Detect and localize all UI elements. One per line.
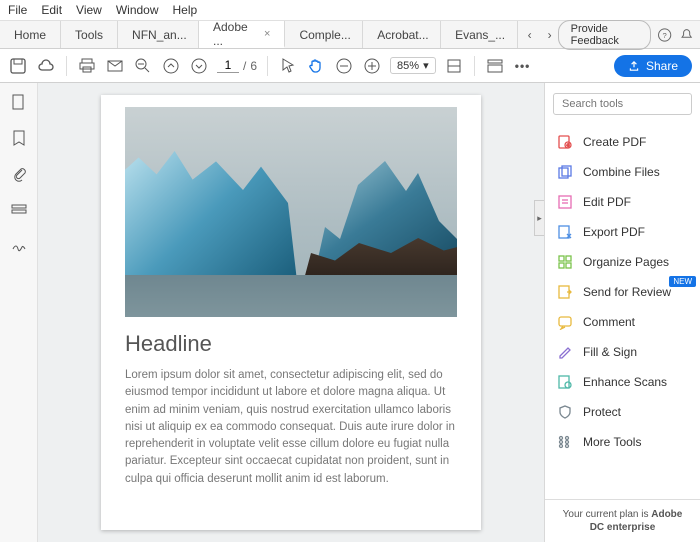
left-rail <box>0 83 38 542</box>
tool-label: Combine Files <box>583 165 660 179</box>
tool-icon <box>557 224 573 240</box>
tool-label: Organize Pages <box>583 255 669 269</box>
plan-info: Your current plan is Adobe DC enterprise <box>545 499 700 542</box>
layout-icon[interactable] <box>485 56 505 76</box>
document-tab-0[interactable]: NFN_an... <box>118 21 199 48</box>
cloud-icon[interactable] <box>36 56 56 76</box>
tool-edit-pdf[interactable]: Edit PDF <box>545 187 700 217</box>
tool-icon <box>557 164 573 180</box>
document-headline: Headline <box>125 331 457 357</box>
attachment-icon[interactable] <box>10 165 28 183</box>
bookmark-icon[interactable] <box>10 129 28 147</box>
tool-protect[interactable]: Protect <box>545 397 700 427</box>
print-icon[interactable] <box>77 56 97 76</box>
tool-icon <box>557 434 573 450</box>
tool-export-pdf[interactable]: Export PDF <box>545 217 700 247</box>
document-image <box>125 107 457 317</box>
tool-more-tools[interactable]: More Tools <box>545 427 700 457</box>
menu-view[interactable]: View <box>76 3 102 17</box>
tool-label: Fill & Sign <box>583 345 637 359</box>
tool-organize-pages[interactable]: Organize Pages <box>545 247 700 277</box>
document-tab-4[interactable]: Evans_... <box>441 21 518 48</box>
mail-icon[interactable] <box>105 56 125 76</box>
zoom-dropdown[interactable]: 85%▾ <box>390 57 436 74</box>
tool-icon <box>557 344 573 360</box>
page-indicator: / 6 <box>217 58 257 73</box>
tool-icon <box>557 374 573 390</box>
tool-icon: + <box>557 134 573 150</box>
page-current-input[interactable] <box>217 58 239 73</box>
document-tab-1[interactable]: Adobe ...× <box>199 21 285 48</box>
toolbar: / 6 85%▾ ••• Share <box>0 49 700 83</box>
tools-pane: + Create PDF Combine Files Edit PDF Export P… <box>544 83 700 542</box>
tab-bar: Home Tools NFN_an...Adobe ...×Comple...A… <box>0 21 700 49</box>
share-button[interactable]: Share <box>614 55 692 77</box>
menu-file[interactable]: File <box>8 3 27 17</box>
tool-label: Enhance Scans <box>583 375 667 389</box>
tool-create-pdf[interactable]: + Create PDF <box>545 127 700 157</box>
provide-feedback-button[interactable]: Provide Feedback <box>558 20 652 50</box>
upload-icon <box>628 60 640 72</box>
new-badge: NEW <box>669 276 696 287</box>
tool-icon <box>557 404 573 420</box>
tool-combine-files[interactable]: Combine Files <box>545 157 700 187</box>
hand-icon[interactable] <box>306 56 326 76</box>
layers-icon[interactable] <box>10 201 28 219</box>
svg-text:?: ? <box>663 31 667 40</box>
tab-tools[interactable]: Tools <box>61 21 118 48</box>
page-sep: / <box>243 59 246 73</box>
tool-label: Send for Review <box>583 285 671 299</box>
tool-icon <box>557 194 573 210</box>
tool-label: Comment <box>583 315 635 329</box>
pointer-icon[interactable] <box>278 56 298 76</box>
search-tools-input[interactable] <box>553 93 692 115</box>
tool-label: Export PDF <box>583 225 645 239</box>
thumbnails-icon[interactable] <box>10 93 28 111</box>
menu-edit[interactable]: Edit <box>41 3 62 17</box>
more-icon[interactable]: ••• <box>513 56 533 76</box>
menu-bar: File Edit View Window Help <box>0 0 700 21</box>
signatures-icon[interactable] <box>10 237 28 255</box>
tool-fill-sign[interactable]: Fill & Sign <box>545 337 700 367</box>
page-down-icon[interactable] <box>189 56 209 76</box>
zoom-plus-icon[interactable] <box>362 56 382 76</box>
zoom-out-icon[interactable] <box>133 56 153 76</box>
page-total: 6 <box>250 59 257 73</box>
tab-home[interactable]: Home <box>0 21 61 48</box>
collapse-right-pane[interactable]: ▸ <box>534 200 544 236</box>
svg-text:+: + <box>567 143 570 149</box>
tool-enhance-scans[interactable]: Enhance Scans <box>545 367 700 397</box>
close-tab-icon[interactable]: × <box>264 28 270 40</box>
menu-help[interactable]: Help <box>173 3 198 17</box>
document-canvas[interactable]: Headline Lorem ipsum dolor sit amet, con… <box>38 83 544 542</box>
tool-label: Protect <box>583 405 621 419</box>
help-icon[interactable]: ? <box>657 25 672 45</box>
tool-icon <box>557 314 573 330</box>
save-icon[interactable] <box>8 56 28 76</box>
tool-label: More Tools <box>583 435 641 449</box>
bell-icon[interactable] <box>679 25 694 45</box>
zoom-minus-icon[interactable] <box>334 56 354 76</box>
menu-window[interactable]: Window <box>116 3 159 17</box>
tool-label: Create PDF <box>583 135 646 149</box>
tool-comment[interactable]: Comment <box>545 307 700 337</box>
tab-scroll-right[interactable]: › <box>542 27 558 43</box>
tool-send-for-review[interactable]: Send for ReviewNEW <box>545 277 700 307</box>
pdf-page: Headline Lorem ipsum dolor sit amet, con… <box>101 95 481 530</box>
tool-icon <box>557 284 573 300</box>
fit-width-icon[interactable] <box>444 56 464 76</box>
tool-icon <box>557 254 573 270</box>
tab-scroll-left[interactable]: ‹ <box>522 27 538 43</box>
tool-label: Edit PDF <box>583 195 631 209</box>
document-tab-2[interactable]: Comple... <box>285 21 363 48</box>
page-up-icon[interactable] <box>161 56 181 76</box>
chevron-down-icon: ▾ <box>423 59 429 72</box>
document-tab-3[interactable]: Acrobat... <box>363 21 441 48</box>
document-body: Lorem ipsum dolor sit amet, consectetur … <box>125 367 457 488</box>
